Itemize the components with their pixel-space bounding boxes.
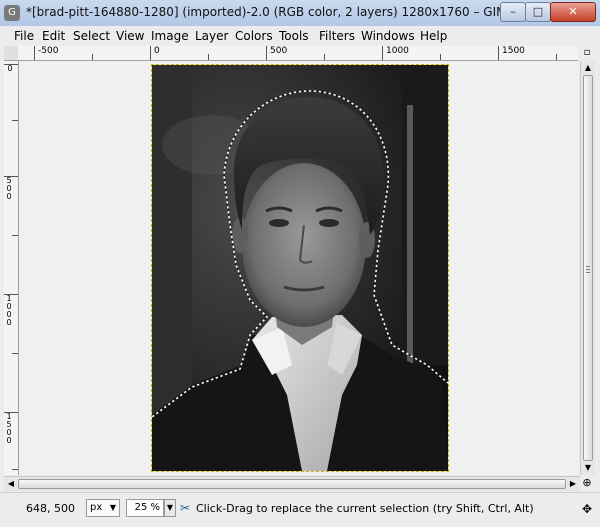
menu-view[interactable]: View	[116, 28, 144, 44]
ruler-label-v: 0	[7, 64, 13, 73]
horizontal-scroll-thumb[interactable]	[18, 479, 566, 489]
menu-help[interactable]: Help	[420, 28, 447, 44]
ruler-label-h: 1000	[386, 46, 409, 56]
scroll-right-arrow-icon[interactable]: ▶	[566, 477, 580, 491]
title-bar: G *[brad-pitt-164880-1280] (imported)-2.…	[0, 0, 600, 27]
status-bar: 648, 500 px ▼ 25 % ▼ ✂ Click-Drag to rep…	[0, 492, 600, 527]
menu-tools[interactable]: Tools	[279, 28, 309, 44]
pointer-coordinates: 648, 500	[26, 502, 75, 515]
maximize-button[interactable]: □	[525, 2, 551, 22]
menu-windows[interactable]: Windows	[361, 28, 415, 44]
ruler-label-h: -500	[38, 46, 59, 56]
navigate-icon[interactable]: ✥	[580, 502, 594, 516]
ruler-label-v: 1000	[6, 294, 12, 327]
gimp-window: G *[brad-pitt-164880-1280] (imported)-2.…	[0, 0, 600, 527]
vertical-ruler[interactable]: 0 500 1000 1500	[4, 61, 19, 475]
menu-select[interactable]: Select	[73, 28, 110, 44]
ruler-label-v: 500	[6, 176, 12, 201]
menu-filters[interactable]: Filters	[319, 28, 355, 44]
vertical-scrollbar[interactable]: ▲ ▼	[580, 61, 595, 475]
image-canvas[interactable]	[151, 64, 449, 472]
minimize-button[interactable]: –	[500, 2, 526, 22]
unit-select[interactable]: px ▼	[86, 499, 120, 517]
ruler-corner[interactable]	[4, 46, 19, 61]
menu-layer[interactable]: Layer	[195, 28, 228, 44]
zoom-input[interactable]: 25 %	[126, 499, 164, 517]
gimp-icon: G	[4, 5, 20, 21]
status-message: Click-Drag to replace the current select…	[196, 502, 534, 515]
chevron-down-icon: ▼	[109, 503, 116, 512]
free-select-tool-icon: ✂	[180, 501, 191, 515]
scroll-down-arrow-icon[interactable]: ▼	[581, 461, 595, 475]
quick-mask-toggle-icon[interactable]: ▫	[580, 46, 594, 60]
scroll-up-arrow-icon[interactable]: ▲	[581, 61, 595, 75]
close-button[interactable]: ✕	[550, 2, 596, 22]
portrait-image	[152, 65, 448, 471]
horizontal-scrollbar[interactable]: ◀ ▶	[4, 476, 580, 491]
ruler-label-h: 0	[154, 46, 160, 56]
ruler-label-h: 1500	[502, 46, 525, 56]
ruler-label-h: 500	[270, 46, 288, 56]
window-title: *[brad-pitt-164880-1280] (imported)-2.0 …	[26, 5, 514, 19]
menu-colors[interactable]: Colors	[235, 28, 273, 44]
zoom-dropdown-button[interactable]: ▼	[164, 499, 176, 517]
scroll-left-arrow-icon[interactable]: ◀	[4, 477, 18, 491]
ruler-label-v: 1500	[6, 412, 12, 445]
menu-bar: File Edit Select View Image Layer Colors…	[0, 26, 600, 46]
zoom-toggle-icon[interactable]: ⊕	[580, 476, 594, 490]
vertical-scroll-thumb[interactable]	[583, 75, 593, 461]
menu-edit[interactable]: Edit	[42, 28, 65, 44]
unit-value: px	[90, 502, 103, 513]
horizontal-ruler[interactable]: -500 0 500 1000 1500	[18, 46, 578, 61]
menu-file[interactable]: File	[14, 28, 34, 44]
menu-image[interactable]: Image	[151, 28, 189, 44]
